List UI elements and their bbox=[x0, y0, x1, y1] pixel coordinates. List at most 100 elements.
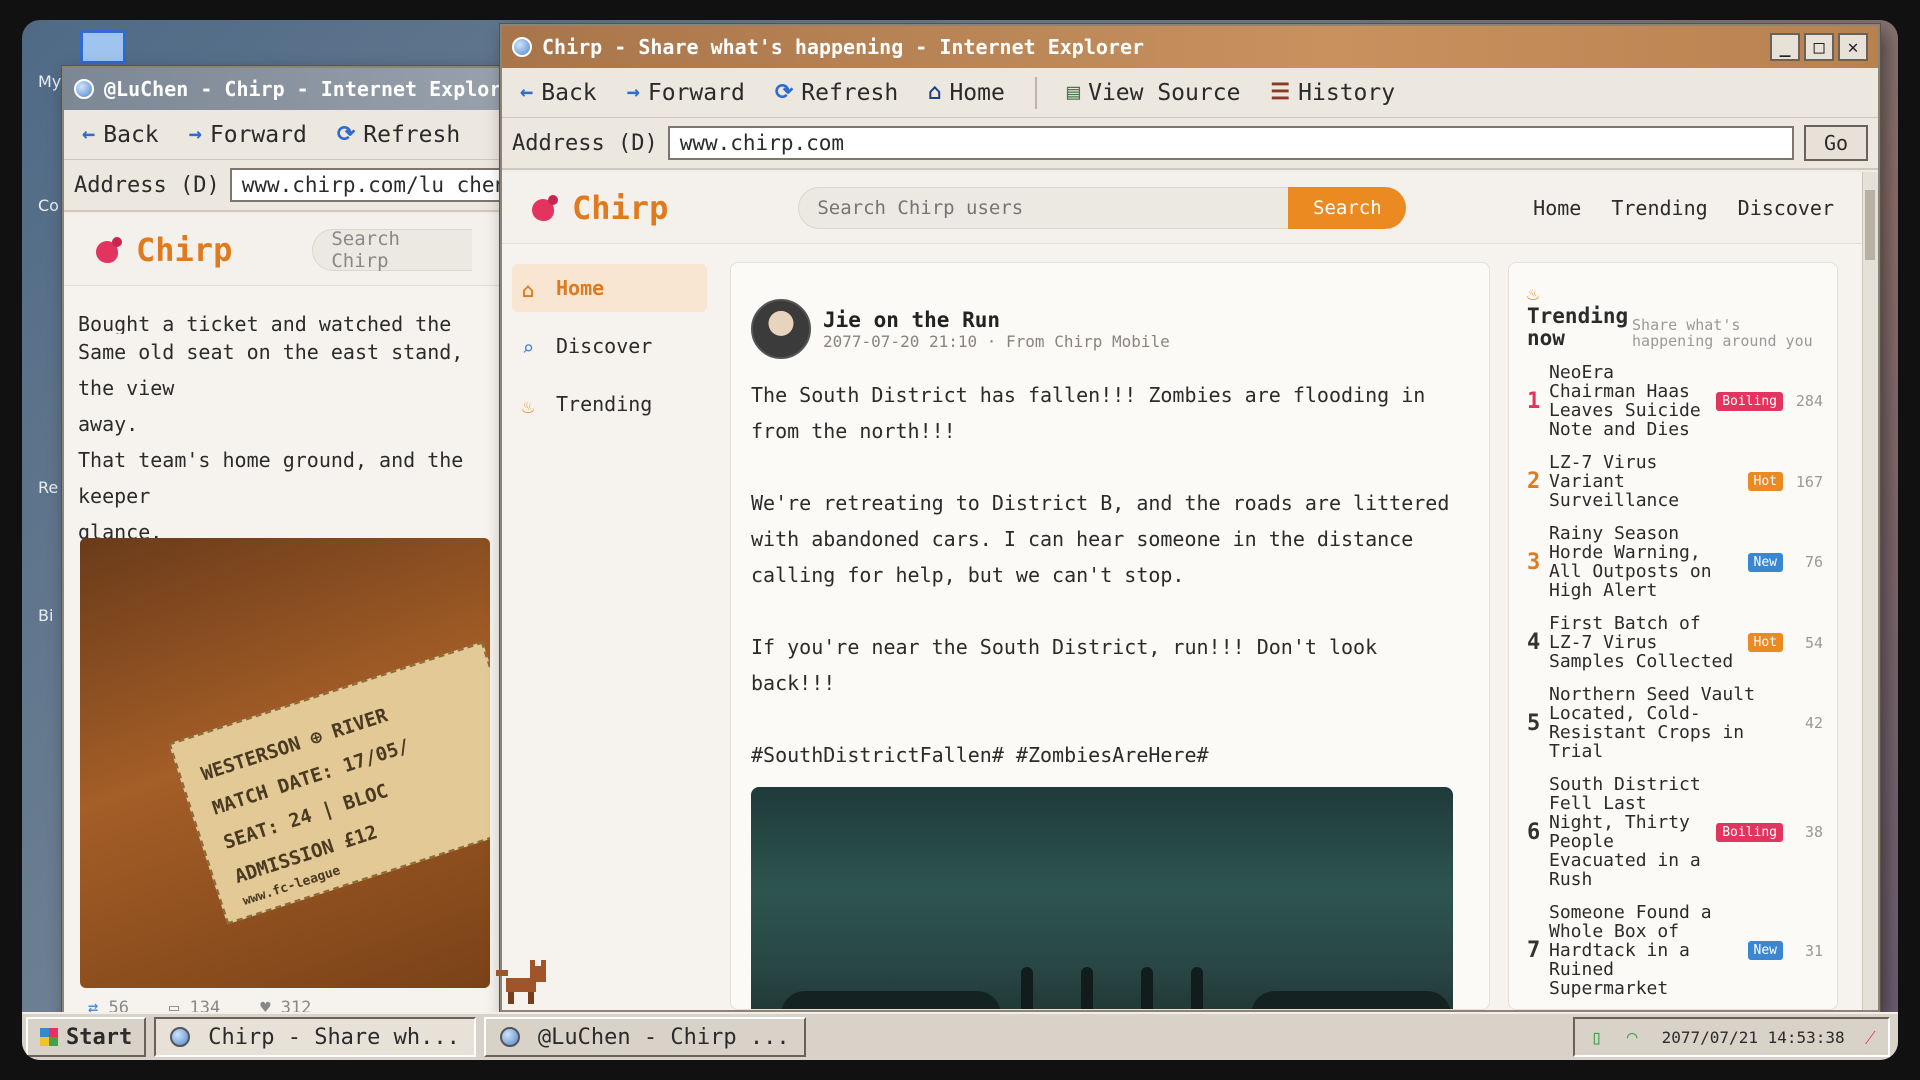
main-browser-window[interactable]: Chirp - Share what's happening - Interne… bbox=[500, 24, 1880, 1012]
trending-badge: New bbox=[1747, 552, 1783, 572]
topnav-discover[interactable]: Discover bbox=[1738, 196, 1834, 220]
history-button[interactable]: ☰ History bbox=[1270, 80, 1395, 106]
trending-item[interactable]: 6 South District Fell Last Night, Thirty … bbox=[1527, 775, 1823, 889]
trending-item[interactable]: 5 Northern Seed Vault Located, Cold-Resis… bbox=[1527, 685, 1823, 761]
chirp-logo[interactable]: Chirp bbox=[530, 189, 668, 227]
trending-item[interactable]: 2 LZ-7 Virus Variant Surveillance Hot 167 bbox=[1527, 453, 1823, 510]
chirp-page: Chirp Search Home Trending Discover ⌂ Ho… bbox=[502, 172, 1862, 1010]
back-button[interactable]: ← Back bbox=[82, 122, 159, 148]
address-input[interactable]: www.chirp.com/lu chen bbox=[229, 168, 530, 202]
trending-item[interactable]: 7 Someone Found a Whole Box of Hardtack i… bbox=[1527, 903, 1823, 998]
desktop-icon-label: Bi bbox=[38, 606, 54, 625]
post-username[interactable]: Jie on the Run bbox=[823, 308, 1170, 332]
post-paragraph: If you're near the South District, run!!… bbox=[751, 635, 1378, 695]
zombie-figure bbox=[1081, 967, 1093, 1009]
trending-count: 284 bbox=[1795, 392, 1823, 410]
post-body: The South District has fallen!!! Zombies… bbox=[751, 377, 1469, 773]
desktop-icon-label: My bbox=[38, 72, 62, 91]
post-paragraph: We're retreating to District B, and the … bbox=[751, 491, 1450, 587]
zombie-figure bbox=[1141, 967, 1153, 1009]
abandoned-car bbox=[1251, 991, 1451, 1009]
start-button[interactable]: Start bbox=[26, 1017, 147, 1057]
refresh-button[interactable]: ⟳ Refresh bbox=[775, 80, 898, 106]
trending-rank: 4 bbox=[1527, 630, 1541, 655]
maximize-button[interactable]: □ bbox=[1804, 33, 1834, 61]
taskbar-item-luchen[interactable]: @LuChen - Chirp ... bbox=[483, 1017, 806, 1057]
trending-header: Trending now Share what's happening arou… bbox=[1527, 305, 1823, 349]
pen-icon[interactable]: ⁄ bbox=[1869, 1025, 1872, 1050]
clock: 2077/07/21 14:53:38 bbox=[1661, 1027, 1845, 1047]
cat-icon bbox=[496, 960, 546, 1004]
sidenav-item-trending[interactable]: ♨ Trending bbox=[512, 380, 707, 428]
chirp-header: Chirp Search Home Trending Discover bbox=[502, 172, 1862, 244]
windows-flag-icon bbox=[40, 1028, 58, 1046]
main-titlebar[interactable]: Chirp - Share what's happening - Interne… bbox=[502, 26, 1878, 68]
avatar[interactable] bbox=[751, 299, 811, 359]
sidenav-item-home[interactable]: ⌂ Home bbox=[512, 264, 707, 312]
minimize-button[interactable]: _ bbox=[1770, 33, 1800, 61]
taskbar-item-chirp[interactable]: Chirp - Share wh... bbox=[154, 1017, 476, 1057]
forward-button[interactable]: → Forward bbox=[189, 122, 307, 148]
back-chirp-header: Chirp Search Chirp bbox=[64, 214, 540, 286]
back-address-bar: Address (D) www.chirp.com/lu chen bbox=[64, 160, 540, 212]
wifi-icon[interactable]: ◠ bbox=[1627, 1027, 1638, 1048]
back-toolbar: ← Back → Forward ⟳ Refresh bbox=[64, 110, 540, 160]
back-post-text: Bought a ticket and watched the match. S… bbox=[78, 312, 464, 544]
scrollbar-thumb[interactable] bbox=[1865, 190, 1875, 260]
trending-item-title: South District Fell Last Night, Thirty P… bbox=[1549, 774, 1701, 890]
house-icon: ⌂ bbox=[522, 278, 535, 302]
trending-item[interactable]: 3 Rainy Season Horde Warning, All Outpost… bbox=[1527, 524, 1823, 600]
post-header: Jie on the Run 2077-07-20 21:10 · From C… bbox=[751, 299, 1469, 359]
address-input[interactable]: www.chirp.com bbox=[667, 126, 1794, 160]
trending-count: 31 bbox=[1804, 941, 1823, 960]
system-tray: ▯ ◠ 2077/07/21 14:53:38 ⁄ bbox=[1572, 1017, 1890, 1057]
back-window-title: @LuChen - Chirp - Internet Explorer bbox=[104, 77, 526, 101]
desktop-icon[interactable] bbox=[80, 30, 126, 64]
flame-icon: ♨ bbox=[1527, 281, 1540, 305]
phone-icon[interactable]: ▯ bbox=[1591, 1025, 1603, 1049]
trending-title: Trending now bbox=[1527, 304, 1629, 350]
trending-item[interactable]: 1 NeoEra Chairman Haas Leaves Suicide Not… bbox=[1527, 363, 1823, 439]
main-toolbar: ← Back → Forward ⟳ Refresh ⌂ Home ▤ View Sour… bbox=[502, 68, 1878, 118]
trending-item-title: First Batch of LZ-7 Virus Samples Collec… bbox=[1549, 613, 1734, 672]
toolbar-separator bbox=[1034, 76, 1037, 109]
back-browser-window[interactable]: @LuChen - Chirp - Internet Explorer ← Bac… bbox=[62, 66, 542, 1016]
trending-rank: 5 bbox=[1527, 710, 1541, 736]
match-ticket: WESTERSON ⊕ RIVER MATCH DATE: 17/05/ SEA… bbox=[168, 641, 490, 925]
topnav-trending[interactable]: Trending bbox=[1611, 196, 1707, 220]
go-button[interactable]: Go bbox=[1804, 125, 1868, 161]
chirp-bird-icon bbox=[530, 193, 560, 223]
trending-badge: Hot bbox=[1747, 472, 1783, 491]
sidenav-item-discover[interactable]: ⌕ Discover bbox=[512, 322, 707, 370]
close-button[interactable]: ✕ bbox=[1838, 33, 1868, 61]
trending-badge: Boiling bbox=[1716, 391, 1783, 411]
post-meta: 2077-07-20 21:10 · From Chirp Mobile bbox=[823, 331, 1170, 351]
trending-count: 54 bbox=[1804, 633, 1823, 652]
address-label: Address (D) bbox=[512, 130, 658, 156]
back-button[interactable]: ← Back bbox=[520, 80, 597, 106]
topnav-home[interactable]: Home bbox=[1533, 196, 1581, 220]
trending-item-title: Someone Found a Whole Box of Hardtack in… bbox=[1549, 902, 1712, 999]
post-feed: Jie on the Run 2077-07-20 21:10 · From C… bbox=[730, 262, 1490, 1010]
trending-item[interactable]: 4 First Batch of LZ-7 Virus Samples Colle… bbox=[1527, 614, 1823, 671]
document-icon: ▤ bbox=[1066, 80, 1081, 105]
view-source-button[interactable]: ▤ View Source bbox=[1067, 80, 1241, 106]
post-paragraph: The South District has fallen!!! Zombies… bbox=[751, 383, 1426, 443]
forward-button[interactable]: → Forward bbox=[627, 80, 745, 106]
post-hashtags[interactable]: #SouthDistrictFallen# #ZombiesAreHere# bbox=[751, 737, 1469, 773]
back-search-input[interactable]: Search Chirp bbox=[312, 228, 473, 272]
desktop-icon-label: Co bbox=[38, 196, 59, 215]
refresh-button[interactable]: ⟳ Refresh bbox=[337, 122, 460, 148]
main-address-bar: Address (D) www.chirp.com Go bbox=[502, 118, 1878, 170]
page-scrollbar[interactable] bbox=[1862, 172, 1878, 1010]
arrow-right-icon: → bbox=[188, 122, 202, 147]
ticket-photo[interactable]: WESTERSON ⊕ RIVER MATCH DATE: 17/05/ SEA… bbox=[80, 538, 490, 988]
trending-rank: 2 bbox=[1527, 469, 1541, 494]
chirp-logo[interactable]: Chirp bbox=[94, 231, 232, 269]
history-list-icon: ☰ bbox=[1270, 80, 1291, 105]
home-button[interactable]: ⌂ Home bbox=[928, 80, 1005, 106]
search-button[interactable]: Search bbox=[1288, 186, 1407, 229]
post-image[interactable] bbox=[751, 787, 1453, 1009]
search-input[interactable] bbox=[798, 186, 1289, 229]
back-titlebar[interactable]: @LuChen - Chirp - Internet Explorer bbox=[64, 68, 540, 110]
